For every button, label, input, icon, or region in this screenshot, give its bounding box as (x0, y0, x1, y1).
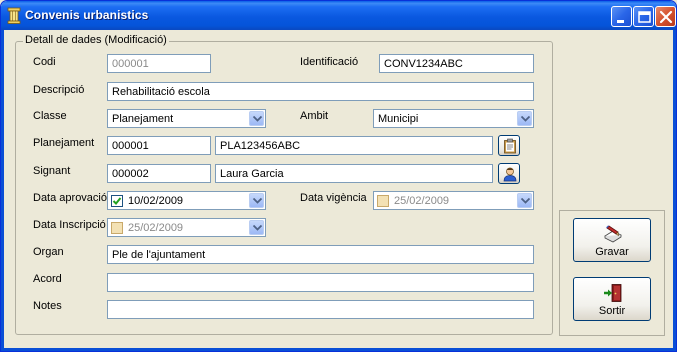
window-title: Convenis urbanistics (25, 8, 149, 22)
signant-code-field[interactable]: 000002 (107, 164, 211, 183)
acord-label: Acord (33, 273, 62, 285)
planejament-label: Planejament (33, 137, 95, 149)
user-icon (503, 167, 517, 182)
maximize-icon (638, 11, 651, 23)
data-aprovacio-dropdown-button[interactable] (249, 193, 264, 208)
minimize-icon (617, 20, 624, 23)
identificacio-label: Identificació (300, 56, 359, 68)
data-vigencia-picker[interactable]: 25/02/2009 (373, 191, 534, 210)
chevron-down-icon (253, 198, 262, 204)
classe-value: Planejament (112, 113, 174, 125)
notes-field[interactable] (107, 300, 534, 319)
descripcio-label: Descripció (33, 84, 85, 96)
window-frame-left (1, 30, 4, 351)
ambit-value: Municipi (378, 113, 419, 125)
organ-label: Organ (33, 246, 64, 258)
signant-lookup-button[interactable] (498, 163, 520, 184)
clipboard-icon (504, 138, 516, 154)
data-inscripcio-value: 25/02/2009 (128, 222, 184, 234)
data-inscripcio-label: Data Inscripció (33, 219, 106, 231)
planejament-name-field[interactable]: PLA123456ABC (215, 136, 493, 155)
groupbox-title: Detall de dades (Modificació) (23, 34, 169, 46)
gravar-label: Gravar (595, 246, 629, 258)
classe-dropdown-button[interactable] (249, 111, 264, 126)
data-vigencia-value: 25/02/2009 (394, 195, 450, 207)
codi-field[interactable]: 000001 (107, 54, 211, 73)
pencil-paper-icon (604, 225, 622, 243)
codi-label: Codi (33, 56, 56, 68)
acord-field[interactable] (107, 273, 534, 292)
signant-label: Signant (33, 165, 71, 177)
close-icon (659, 10, 673, 24)
maximize-button[interactable] (633, 6, 654, 27)
window-frame-right (673, 30, 676, 351)
data-aprovacio-label: Data aprovació (33, 192, 107, 204)
chevron-down-icon (521, 116, 530, 122)
sortir-button[interactable]: Sortir (573, 277, 651, 321)
sortir-label: Sortir (598, 305, 626, 317)
data-vigencia-label: Data vigència (300, 192, 367, 204)
signant-name-field[interactable]: Laura Garcia (215, 164, 493, 183)
descripcio-field[interactable]: Rehabilitació escola (107, 82, 534, 101)
window-frame-bottom (1, 348, 676, 351)
classe-select[interactable]: Planejament (107, 109, 266, 128)
main-window: Convenis urbanistics Detall de dades (Mo… (0, 0, 677, 352)
chevron-down-icon (253, 116, 262, 122)
ambit-select[interactable]: Municipi (373, 109, 534, 128)
gravar-button[interactable]: Gravar (573, 218, 651, 262)
classe-label: Classe (33, 110, 67, 122)
minimize-button[interactable] (611, 6, 632, 27)
chevron-down-icon (521, 198, 530, 204)
data-inscripcio-dropdown-button[interactable] (249, 220, 264, 235)
data-inscripcio-picker[interactable]: 25/02/2009 (107, 218, 266, 237)
data-aprovacio-checkbox[interactable] (111, 195, 123, 207)
title-bar[interactable]: Convenis urbanistics (1, 1, 676, 30)
chevron-down-icon (253, 225, 262, 231)
organ-field[interactable]: Ple de l'ajuntament (107, 245, 534, 264)
ambit-dropdown-button[interactable] (517, 111, 532, 126)
data-vigencia-checkbox[interactable] (377, 195, 389, 207)
data-aprovacio-picker[interactable]: 10/02/2009 (107, 191, 266, 210)
ambit-label: Ambit (300, 110, 329, 122)
notes-label: Notes (33, 300, 62, 312)
planejament-code-field[interactable]: 000001 (107, 136, 211, 155)
close-button[interactable] (655, 6, 676, 27)
data-aprovacio-value: 10/02/2009 (128, 195, 184, 207)
data-inscripcio-checkbox[interactable] (111, 222, 123, 234)
identificacio-field[interactable]: CONV1234ABC (379, 54, 534, 73)
checkmark-icon (112, 197, 122, 205)
planejament-lookup-button[interactable] (498, 135, 520, 156)
exit-door-icon (604, 284, 622, 302)
data-vigencia-dropdown-button[interactable] (517, 193, 532, 208)
pillar-icon (7, 7, 21, 24)
